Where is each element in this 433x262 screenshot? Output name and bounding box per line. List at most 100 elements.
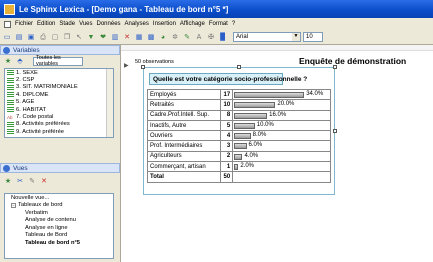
row-count: 5: [220, 119, 234, 132]
list-item[interactable]: 8. Activités préférées: [5, 121, 113, 128]
copy-icon[interactable]: ❐: [62, 32, 72, 42]
tree-item-new-view[interactable]: Nouvelle vue...: [5, 194, 113, 202]
tree-item-label: Analyse en ligne: [25, 224, 68, 231]
delete-icon[interactable]: ✕: [122, 32, 132, 42]
table-icon[interactable]: ▦: [134, 32, 144, 42]
tree-item-online-analysis[interactable]: Analyse en ligne: [5, 224, 113, 232]
tree-item-dashboard-5[interactable]: Tableau de bord n°5: [5, 239, 113, 247]
vues-header[interactable]: Vues: [0, 163, 120, 173]
filter-icon[interactable]: ▼: [86, 32, 96, 42]
list-item-label: 7. Code postal: [16, 114, 54, 121]
variables-scrollbar[interactable]: [106, 69, 113, 137]
document-icon: [4, 20, 11, 28]
list-item-label: 9. Activité préférée: [16, 128, 65, 135]
menu-edition[interactable]: Edition: [35, 21, 57, 27]
row-count: 3: [220, 140, 234, 152]
menu-vues[interactable]: Vues: [77, 21, 94, 27]
collapse-icon[interactable]: −: [11, 202, 16, 208]
scissors-icon[interactable]: ✂: [15, 176, 25, 186]
percentage-label: 10.0%: [256, 121, 274, 128]
list-item[interactable]: 3. SIT. MATRIMONIALE: [5, 84, 113, 91]
heart-icon[interactable]: ❤: [98, 32, 108, 42]
variables-filter-value: Toutes les variables: [36, 55, 61, 67]
tree-item-dashboard[interactable]: Tableau de Bord: [5, 232, 113, 240]
list-item-label: 4. DIPLOME: [16, 91, 49, 98]
row-label: Retraités: [146, 99, 222, 111]
tree-item-label: Verbatim: [25, 209, 48, 216]
list-item[interactable]: 9. Activité préférée: [5, 128, 113, 135]
tree-item-content-analysis[interactable]: Analyse de contenu: [5, 217, 113, 225]
save-icon[interactable]: ▣: [26, 32, 36, 42]
new-icon[interactable]: ▭: [2, 32, 12, 42]
vues-toolbar: ★ ✂ ✎ ✕: [3, 176, 51, 186]
resize-handle[interactable]: [333, 65, 337, 69]
list-item[interactable]: 6. HABITAT: [5, 106, 113, 113]
list-item[interactable]: 2. CSP: [5, 76, 113, 83]
row-bar-cell: 34.0%: [232, 88, 331, 101]
font-select[interactable]: Arial ▼: [233, 32, 301, 42]
variables-list[interactable]: 1. SEXE 2. CSP 3. SIT. MATRIMONIALE 4. D…: [4, 68, 114, 138]
percentage-label: 34.0%: [306, 91, 324, 97]
pin-icon[interactable]: ⬘: [15, 56, 25, 66]
tree-item-verbatim[interactable]: Verbatim: [5, 209, 113, 217]
menu-format[interactable]: Format: [207, 21, 230, 27]
pie-icon[interactable]: ◕: [158, 32, 168, 42]
list-item-label: 3. SIT. MATRIMONIALE: [16, 84, 78, 91]
question-title[interactable]: Quelle est votre catégorie socio-profess…: [149, 73, 307, 85]
tree-item-dashboards[interactable]: − Tableaux de bord: [5, 202, 113, 210]
variables-toolbar: ★ ⬘ Toutes les variables: [0, 55, 120, 67]
tree-item-label: Nouvelle vue...: [11, 194, 50, 201]
star-icon[interactable]: ★: [3, 176, 13, 186]
resize-handle[interactable]: [333, 129, 337, 133]
font-select-value: Arial: [236, 34, 249, 40]
table-row: Ouvriers 4 8.0%: [146, 130, 331, 142]
list-item[interactable]: 5. AGE: [5, 99, 113, 106]
menu-analyses[interactable]: Analyses: [123, 21, 151, 27]
preview-icon[interactable]: ▢: [50, 32, 60, 42]
open-icon[interactable]: ▤: [14, 32, 24, 42]
tree-item-label: Tableau de bord n°5: [25, 239, 81, 246]
chart-icon[interactable]: ▥: [110, 32, 120, 42]
page-marker-icon: ▶: [124, 63, 129, 69]
menu-insertion[interactable]: Insertion: [151, 21, 178, 27]
vues-tree[interactable]: Nouvelle vue... − Tableaux de bord Verbat…: [4, 193, 114, 259]
variables-header[interactable]: Variables: [0, 45, 120, 55]
list-item[interactable]: 1. SEXE: [5, 69, 113, 76]
cursor-icon[interactable]: ↖: [74, 32, 84, 42]
row-label: Commerçant, artisan: [146, 161, 222, 173]
brush-icon[interactable]: ✎: [182, 32, 192, 42]
resize-handle[interactable]: [237, 65, 241, 69]
resize-handle[interactable]: [141, 65, 145, 69]
chevron-down-icon[interactable]: ▼: [292, 33, 300, 41]
list-item[interactable]: Ab 7. Code postal: [5, 113, 113, 120]
variables-header-label: Variables: [13, 46, 40, 54]
list-item[interactable]: 4. DIPLOME: [5, 91, 113, 98]
row-bar-cell: 6.0%: [232, 140, 331, 152]
closed-variable-icon: [7, 84, 14, 90]
menu-stade[interactable]: Stade: [57, 21, 77, 27]
table-row: Agriculteurs 2 4.0%: [146, 150, 331, 163]
delete-icon[interactable]: ✕: [39, 176, 49, 186]
star-icon[interactable]: ★: [3, 56, 13, 66]
variables-filter-select[interactable]: Toutes les variables: [33, 55, 83, 67]
app-icon: [4, 3, 15, 15]
menu-affichage[interactable]: Affichage: [178, 21, 207, 27]
percentage-bar: [234, 164, 239, 171]
closed-variable-icon: [7, 92, 14, 98]
menu-help[interactable]: ?: [230, 21, 237, 27]
menu-donnees[interactable]: Données: [95, 21, 123, 27]
gear-icon[interactable]: ✲: [170, 32, 180, 42]
print-icon[interactable]: ⎙: [38, 32, 48, 42]
grid-icon[interactable]: ▩: [146, 32, 156, 42]
menu-fichier[interactable]: Fichier: [13, 21, 35, 27]
table-row: Inactifs, Autre 5 10.0%: [146, 119, 331, 132]
toolbar: ▭ ▤ ▣ ⎙ ▢ ❐ ↖ ▼ ❤ ▥ ✕ ▦ ▩ ◕ ✲ ✎ A ✠ ▉ Ar…: [0, 30, 433, 45]
edit-icon[interactable]: ✎: [27, 176, 37, 186]
color-icon[interactable]: ▉: [218, 32, 228, 42]
text-icon[interactable]: A: [194, 32, 204, 42]
percentage-label: 6.0%: [248, 142, 263, 149]
numeric-variable-icon: [7, 99, 14, 105]
percentage-bar: [234, 102, 276, 109]
zoom-icon[interactable]: ✠: [206, 32, 216, 42]
font-size-select[interactable]: 10: [303, 32, 323, 42]
